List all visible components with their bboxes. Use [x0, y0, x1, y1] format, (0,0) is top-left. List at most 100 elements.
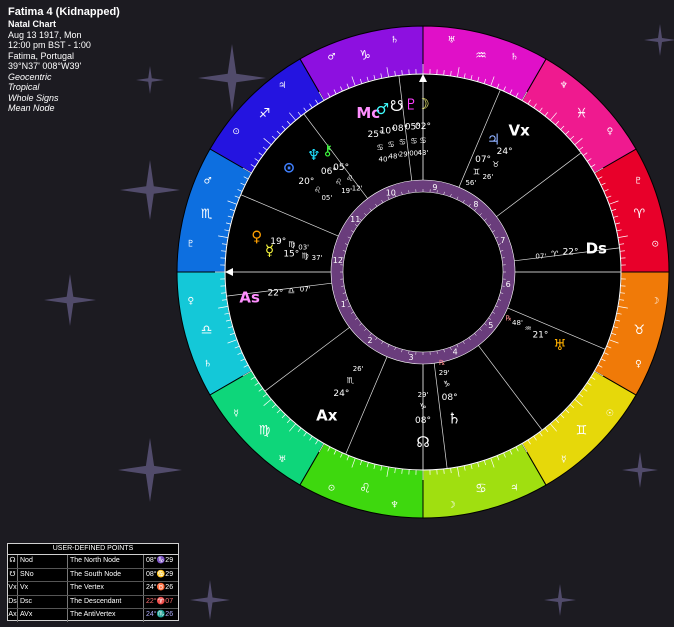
zodiac-sign-glyph: ♋ [475, 481, 487, 496]
table-row[interactable]: Vx Vx The Vertex 24°♉26 [8, 582, 178, 596]
zodiac-sign-glyph: ♑ [359, 49, 371, 64]
planet-glyph[interactable]: ♄ [447, 410, 460, 428]
planet-minute: 48' [512, 319, 523, 327]
planet-degree: 02° [415, 122, 431, 132]
chart-date: Aug 13 1917, Mon [8, 29, 82, 40]
angle-minute: 26' [482, 173, 493, 181]
point-position: 08°♋29 [146, 570, 174, 578]
option-node: Mean Node [8, 103, 55, 113]
planet-minute: 29' [399, 150, 410, 158]
ruler-glyph: ♅ [447, 36, 455, 46]
planet-minute: 29' [439, 369, 450, 377]
planet-minute: 56' [465, 179, 476, 187]
planet-minute: 19' [341, 187, 352, 195]
point-position: 22°♈07 [146, 597, 174, 605]
chart-time: 12:00 pm BST - 1:00 [8, 40, 91, 50]
angle-sign: ♎ [288, 287, 295, 296]
house-number: 10 [386, 188, 396, 197]
planet-glyph[interactable]: ♅ [553, 336, 566, 354]
angle-sign: ♏ [347, 376, 355, 385]
chart-header: Fatima 4 (Kidnapped) Natal Chart Aug 13 … [8, 6, 120, 114]
house-number: 6 [506, 280, 511, 289]
table-row[interactable]: Ds Dsc The Descendant 22°♈07 [8, 595, 178, 610]
planet-glyph[interactable]: ☊ [416, 433, 429, 451]
option-zodiac: Geocentric [8, 71, 52, 82]
planet-minute: 05' [321, 194, 332, 202]
chart-type: Natal Chart [8, 19, 57, 29]
angle-degree: 24° [333, 389, 349, 399]
planet-degree: 21° [532, 330, 548, 340]
ruler-glyph: ♀ [187, 297, 194, 307]
point-name: The Vertex [68, 582, 144, 595]
planet-degree: 08° [415, 416, 431, 426]
ruler-glyph: ♄ [510, 53, 518, 63]
angle-degree: 24° [497, 147, 513, 157]
point-name: The AntiVertex [68, 609, 144, 622]
point-position: 08°♑29 [146, 557, 174, 564]
planet-minute: 29' [418, 391, 429, 399]
house-number: 3 [408, 353, 413, 362]
angle-glyph[interactable]: Ds [586, 240, 607, 258]
points-table-title: USER-DEFINED POINTS [8, 544, 178, 555]
option-houses: Whole Signs [8, 92, 59, 103]
angle-degree: 22° [563, 247, 579, 257]
planet-glyph[interactable]: ⊙ [283, 158, 296, 176]
point-short: Nod [18, 555, 68, 568]
planet-glyph[interactable]: ♀ [251, 228, 262, 246]
house-number: 11 [350, 215, 360, 224]
zodiac-sign-glyph: ♐ [259, 107, 271, 122]
planet-sign: ♌ [335, 177, 342, 186]
chart-place: Fatima, Portugal [8, 50, 75, 61]
house-number: 2 [368, 336, 373, 345]
planet-sign: ♑ [443, 380, 450, 389]
ruler-glyph: ♂ [328, 53, 336, 63]
zodiac-sign-glyph: ♏ [201, 207, 213, 222]
zodiac-sign-glyph: ♉ [634, 323, 646, 338]
planet-glyph[interactable]: ♂ [376, 100, 389, 118]
planet-sign: ♌ [346, 174, 353, 183]
user-defined-points-table[interactable]: USER-DEFINED POINTS ☊ Nod The North Node… [7, 543, 179, 622]
house-number: 1 [341, 300, 346, 309]
planet-glyph[interactable]: ☋ [390, 97, 403, 115]
point-short: Dsc [18, 595, 68, 609]
ruler-glyph: ♅ [278, 455, 286, 465]
ruler-glyph: ♃ [278, 81, 286, 91]
planet-degree: 05° [333, 163, 349, 173]
planet-glyph[interactable]: ♆ [307, 146, 320, 164]
table-row[interactable]: Ax AVx The AntiVertex 24°♏26 [8, 609, 178, 622]
zodiac-sign-glyph: ♊ [576, 423, 588, 438]
planet-glyph[interactable]: ⚷ [322, 141, 333, 159]
planet-glyph[interactable]: ☽ [416, 95, 429, 113]
zodiac-sign-glyph: ♈ [634, 207, 646, 222]
ruler-glyph: ☽ [447, 500, 455, 510]
planet-sign: ♋ [419, 136, 426, 145]
point-name: The North Node [68, 555, 144, 568]
angle-glyph[interactable]: As [239, 288, 260, 306]
table-row[interactable]: ☊ Nod The North Node 08°♑29 [8, 555, 178, 569]
ruler-glyph: ☿ [561, 455, 567, 465]
planet-glyph[interactable]: ♃ [487, 131, 500, 149]
ruler-glyph: ♆ [390, 500, 398, 510]
planet-sign: ♋ [376, 143, 383, 152]
ruler-glyph: ♇ [187, 239, 195, 249]
angle-glyph[interactable]: Vx [509, 121, 531, 139]
chart-coords: 39°N37' 008°W39' [8, 61, 82, 71]
table-row[interactable]: ☋ SNo The South Node 08°♋29 [8, 568, 178, 583]
planet-sign: ♒ [524, 324, 531, 333]
planet-minute: 43' [418, 149, 429, 157]
angle-sign: ♈ [551, 249, 558, 258]
angle-minute: 26' [353, 365, 364, 373]
point-short: Vx [18, 582, 68, 595]
planet-sign: ♋ [399, 138, 406, 147]
planet-sign: ♍ [302, 251, 309, 260]
angle-minute: 07' [535, 252, 546, 260]
point-name: The Descendant [68, 595, 144, 609]
ruler-glyph: ♀ [635, 359, 642, 369]
planet-sign: ♌ [314, 186, 321, 195]
ruler-glyph: ⊙ [651, 239, 659, 249]
point-short: AVx [18, 609, 68, 622]
option-coordinate: Tropical [8, 82, 40, 92]
angle-glyph[interactable]: Ax [316, 407, 338, 425]
point-position: 24°♏26 [146, 611, 174, 619]
planet-sign: ♑ [419, 402, 426, 411]
